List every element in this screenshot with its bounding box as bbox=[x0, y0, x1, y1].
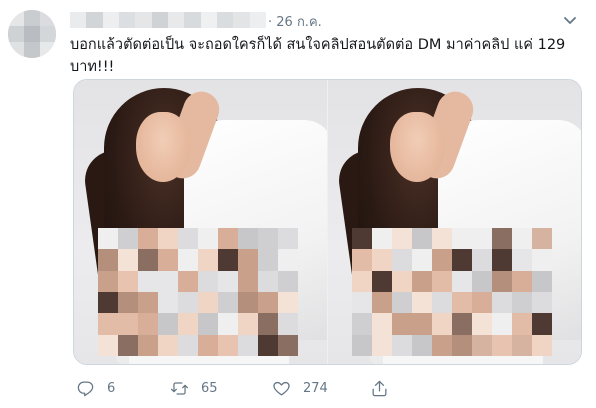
retweet-button[interactable]: 65 bbox=[170, 376, 218, 400]
share-button[interactable] bbox=[370, 376, 401, 400]
like-button[interactable]: 274 bbox=[272, 376, 328, 400]
avatar[interactable] bbox=[8, 10, 56, 58]
chevron-down-icon[interactable] bbox=[560, 10, 580, 30]
heart-icon bbox=[273, 381, 290, 395]
reply-button[interactable]: 6 bbox=[76, 376, 115, 400]
media-photo-left[interactable] bbox=[74, 80, 327, 364]
pixelated-censor-area bbox=[352, 228, 552, 356]
reply-icon bbox=[77, 381, 94, 396]
tweet-timestamp[interactable]: · 26 ก.ค. bbox=[268, 11, 322, 32]
like-count: 274 bbox=[303, 380, 328, 396]
retweet-icon bbox=[170, 381, 189, 395]
tweet-text: บอกแล้วตัดต่อเป็น จะถอดใครก็ได้ สนใจคลิป… bbox=[70, 37, 566, 75]
tweet-media[interactable] bbox=[73, 79, 582, 365]
reply-count: 6 bbox=[107, 380, 116, 396]
tweet[interactable]: · 26 ก.ค. บอกแล้วตัดต่อเป็น จะถอดใครก็ได… bbox=[0, 0, 596, 408]
retweet-count: 65 bbox=[201, 380, 218, 396]
tweet-header: · 26 ก.ค. bbox=[70, 10, 580, 30]
share-icon bbox=[372, 380, 387, 396]
tweet-actions: 6 65 274 bbox=[70, 376, 590, 400]
blurred-username[interactable] bbox=[70, 12, 266, 28]
media-photo-right[interactable] bbox=[328, 80, 581, 364]
pixelated-censor-area bbox=[98, 228, 298, 356]
